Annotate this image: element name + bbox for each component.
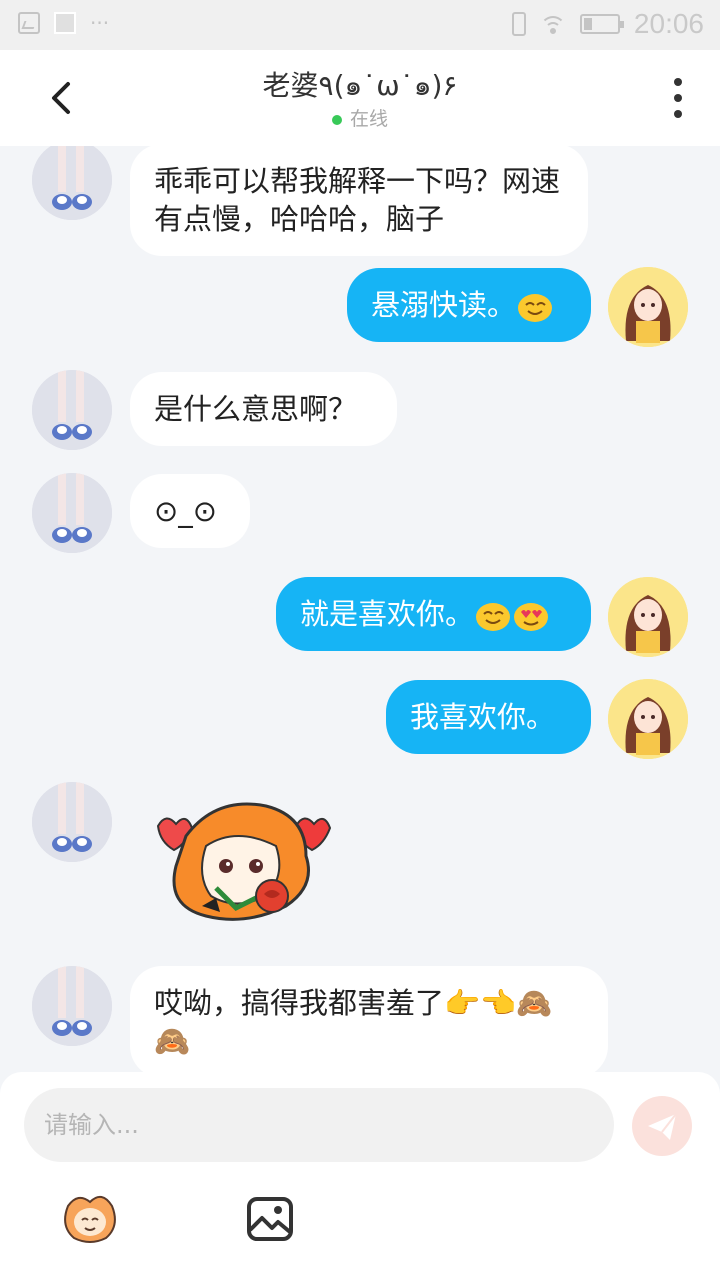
status-bar: ··· 20:06 [0,0,720,50]
legs-avatar-image [32,146,112,220]
legs-avatar-image [32,473,112,553]
message-input[interactable] [24,1088,614,1162]
image-icon[interactable] [246,1196,294,1242]
online-status: 在线 [0,104,720,131]
more-notifications-icon: ··· [90,11,110,35]
message-text: 是什么意思啊？ [154,392,358,426]
anime-girl-avatar-image [608,679,688,759]
message-bubble-sent[interactable]: 就是喜欢你。 [276,577,591,651]
my-avatar[interactable] [608,267,688,347]
contact-avatar[interactable] [32,146,112,220]
message-bubble-received[interactable]: 是什么意思啊？ [130,372,397,446]
notification-icons: ··· [18,12,109,34]
composer-panel [0,1072,720,1280]
contact-avatar[interactable] [32,473,112,553]
contact-avatar[interactable] [32,966,112,1046]
dot-icon [674,94,682,102]
message-text: 乖乖可以帮我解释一下吗？网速有点慢，哈哈哈，脑子 [154,164,561,236]
message-bubble-sent[interactable]: 悬溺快读。 [347,268,591,342]
contact-avatar[interactable] [32,782,112,862]
heart-eyes-emoji-icon [514,603,549,631]
image-notification-icon [18,12,40,34]
message-bubble-received[interactable]: 乖乖可以帮我解释一下吗？网速有点慢，哈哈哈，脑子 [130,146,588,256]
online-status-label: 在线 [349,108,388,130]
contact-name: 老婆٩(๑˙ω˙๑)۶ [262,69,458,102]
message-bubble-received[interactable]: ⊙_⊙ [130,474,250,548]
dot-icon [674,110,682,118]
send-button[interactable] [632,1096,692,1156]
legs-avatar-image [32,370,112,450]
message-text: 哎呦，搞得我都害羞了👉👈🙈🙈 [154,986,553,1058]
more-options-button[interactable] [666,78,690,118]
mascot-emoji-icon[interactable] [60,1192,120,1244]
my-avatar[interactable] [608,577,688,657]
contact-avatar[interactable] [32,370,112,450]
message-bubble-sent[interactable]: 我喜欢你。 [386,680,591,754]
vibrate-icon [511,12,526,36]
anime-girl-avatar-image [608,577,688,657]
my-avatar[interactable] [608,679,688,759]
anime-girl-avatar-image [608,267,688,347]
message-bubble-received[interactable]: 哎呦，搞得我都害羞了👉👈🙈🙈 [130,966,608,1072]
system-icons: 20:06 [511,8,704,40]
send-icon [648,1113,677,1140]
clock: 20:06 [633,8,704,39]
smile-emoji-icon [476,603,511,631]
message-text: ⊙_⊙ [154,494,218,528]
app-notification-icon [54,12,76,34]
message-text: 就是喜欢你。 [300,597,475,631]
battery-icon [579,14,624,34]
online-dot-icon [331,114,342,125]
wifi-icon [539,14,566,34]
dot-icon [674,78,682,86]
smile-emoji-icon [518,294,553,322]
message-text: 我喜欢你。 [410,700,556,734]
message-list[interactable]: 乖乖可以帮我解释一下吗？网速有点慢，哈哈哈，脑子 悬溺快读。 是什么意思啊？ ⊙… [0,146,720,1072]
legs-avatar-image [32,966,112,1046]
chat-header: 老婆٩(๑˙ω˙๑)۶ 在线 [0,50,720,146]
rose-mascot-sticker[interactable] [146,796,336,926]
message-text: 悬溺快读。 [371,288,517,322]
legs-avatar-image [32,782,112,862]
